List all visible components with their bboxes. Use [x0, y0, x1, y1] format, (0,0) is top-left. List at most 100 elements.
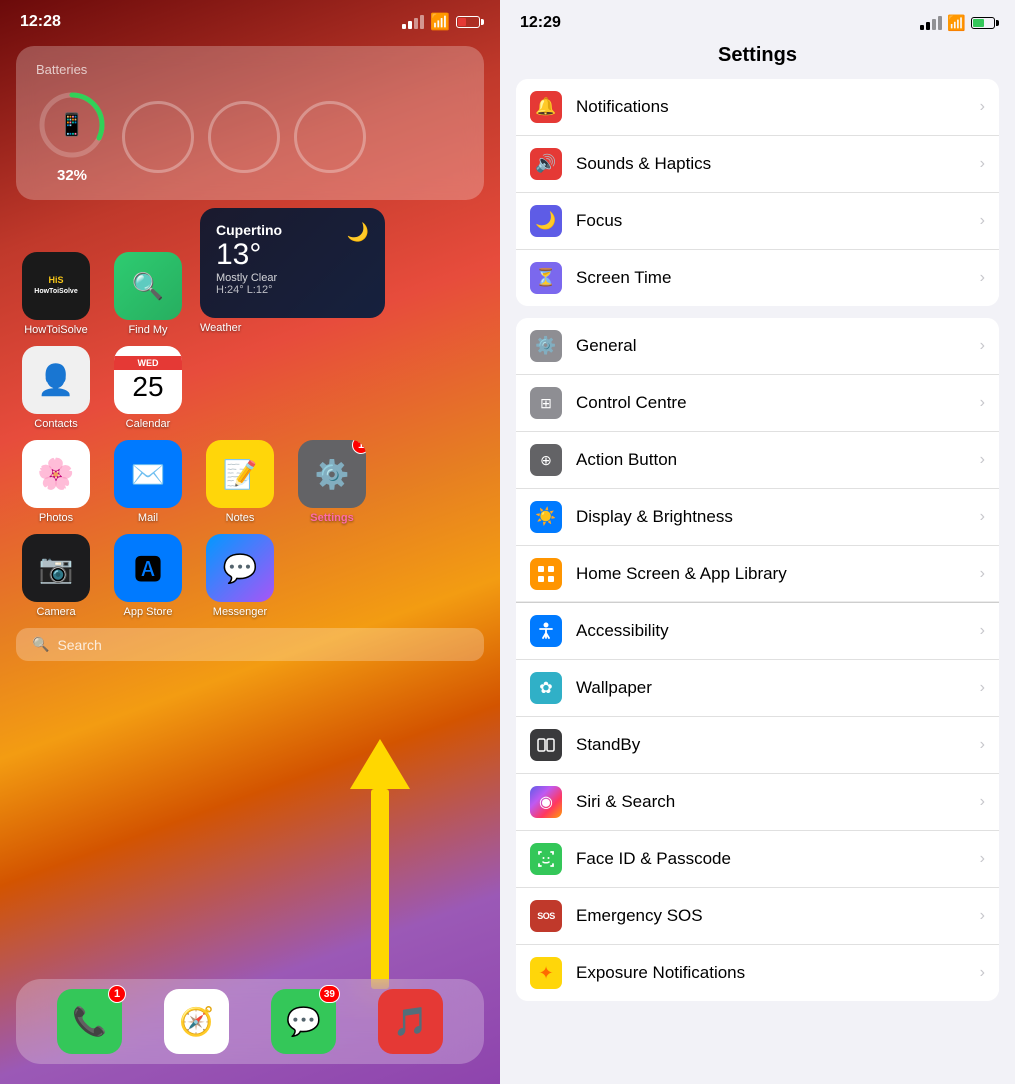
weather-desc: Mostly Clear — [216, 272, 369, 284]
siri-icon: ◉ — [530, 786, 562, 818]
battery-circles: 📱 32% — [36, 89, 464, 184]
settings-row-displaybrightness[interactable]: ☀️ Display & Brightness › — [516, 489, 999, 546]
weather-temp: 13° — [216, 238, 282, 272]
chevron-icon: › — [980, 451, 985, 469]
settings-row-sounds[interactable]: 🔊 Sounds & Haptics › — [516, 136, 999, 193]
howtoisolve-icon: HiSHowToiSolve — [22, 252, 90, 320]
battery-widget: Batteries 📱 32% — [16, 46, 484, 200]
screentime-icon: ⏳ — [530, 262, 562, 294]
standby-label: StandBy — [576, 735, 972, 755]
appstore-icon: 🅰 — [114, 534, 182, 602]
app-appstore[interactable]: 🅰 App Store — [108, 534, 188, 618]
settings-row-exposure[interactable]: ✦ Exposure Notifications › — [516, 945, 999, 1001]
settings-row-wallpaper[interactable]: ✿ Wallpaper › — [516, 660, 999, 717]
widget-title: Batteries — [36, 62, 464, 77]
homescreen-icon — [530, 558, 562, 590]
phone-icon: 📱 — [58, 112, 85, 138]
settings-title: Settings — [500, 40, 1015, 79]
wallpaper-label: Wallpaper — [576, 678, 972, 698]
settings-row-general[interactable]: ⚙️ General › — [516, 318, 999, 375]
weather-widget[interactable]: Cupertino 13° 🌙 Mostly Clear H:24° L:12°… — [200, 208, 385, 336]
dock-safari[interactable]: 🧭 — [164, 989, 229, 1054]
app-row-3: 🌸 Photos ✉️ Mail 📝 Notes ⚙️ 1 — [16, 440, 484, 524]
calendar-icon: WED 25 — [114, 346, 182, 414]
wifi-icon: 📶 — [430, 12, 450, 32]
app-notes[interactable]: 📝 Notes — [200, 440, 280, 524]
battery-circle-4 — [294, 101, 366, 173]
faceid-icon — [530, 843, 562, 875]
battery-percent: 32% — [57, 167, 87, 184]
app-grid: HiSHowToiSolve HowToiSolve 🔍 Find My Cup… — [0, 208, 500, 618]
search-bar[interactable]: 🔍 Search — [16, 628, 484, 661]
app-label-mail: Mail — [138, 512, 158, 524]
settings-row-faceid[interactable]: Face ID & Passcode › — [516, 831, 999, 888]
accessibility-label: Accessibility — [576, 621, 972, 641]
app-row-1: HiSHowToiSolve HowToiSolve 🔍 Find My Cup… — [16, 208, 484, 336]
settings-row-controlcentre[interactable]: ⊞ Control Centre › — [516, 375, 999, 432]
app-settings[interactable]: ⚙️ 1 Settings — [292, 440, 372, 524]
left-status-bar: 12:28 📶 — [0, 0, 500, 38]
app-label-calendar: Calendar — [126, 418, 171, 430]
settings-row-notifications[interactable]: 🔔 Notifications › — [516, 79, 999, 136]
wallpaper-icon: ✿ — [530, 672, 562, 704]
right-panel: 12:29 📶 Settings 🔔 Notifications › 🔊 — [500, 0, 1015, 1084]
settings-row-homescreen[interactable]: Home Screen & App Library › — [516, 546, 999, 603]
calendar-day: WED — [138, 358, 159, 368]
app-label-contacts: Contacts — [34, 418, 77, 430]
right-time: 12:29 — [520, 14, 561, 32]
app-mail[interactable]: ✉️ Mail — [108, 440, 188, 524]
settings-icon: ⚙️ 1 — [298, 440, 366, 508]
settings-row-accessibility[interactable]: Accessibility › — [516, 603, 999, 660]
mail-icon: ✉️ — [114, 440, 182, 508]
arrow-head — [350, 739, 410, 789]
app-calendar[interactable]: WED 25 Calendar — [108, 346, 188, 430]
settings-row-focus[interactable]: 🌙 Focus › — [516, 193, 999, 250]
app-findmy[interactable]: 🔍 Find My — [108, 252, 188, 336]
settings-group-2: ⚙️ General › ⊞ Control Centre › ⊕ Action… — [516, 318, 999, 1001]
chevron-icon: › — [980, 964, 985, 982]
siri-label: Siri & Search — [576, 792, 972, 812]
notes-icon: 📝 — [206, 440, 274, 508]
settings-group-1: 🔔 Notifications › 🔊 Sounds & Haptics › 🌙… — [516, 79, 999, 306]
focus-icon: 🌙 — [530, 205, 562, 237]
dock-messages[interactable]: 💬 39 — [271, 989, 336, 1054]
settings-badge: 1 — [352, 440, 366, 454]
settings-row-standby[interactable]: StandBy › — [516, 717, 999, 774]
app-label-findmy: Find My — [128, 324, 167, 336]
dock-phone[interactable]: 📞 1 — [57, 989, 122, 1054]
camera-icon: 📷 — [22, 534, 90, 602]
displaybrightness-label: Display & Brightness — [576, 507, 972, 527]
general-label: General — [576, 336, 972, 356]
app-contacts[interactable]: 👤 Contacts — [16, 346, 96, 430]
dock-phone-badge: 1 — [108, 985, 126, 1003]
settings-row-actionbutton[interactable]: ⊕ Action Button › — [516, 432, 999, 489]
findmy-icon: 🔍 — [114, 252, 182, 320]
settings-row-screentime[interactable]: ⏳ Screen Time › — [516, 250, 999, 306]
accessibility-icon — [530, 615, 562, 647]
app-photos[interactable]: 🌸 Photos — [16, 440, 96, 524]
settings-row-emergencysos[interactable]: SOS Emergency SOS › — [516, 888, 999, 945]
chevron-icon: › — [980, 793, 985, 811]
app-howtoisolve[interactable]: HiSHowToiSolve HowToiSolve — [16, 252, 96, 336]
dock-music[interactable]: 🎵 — [378, 989, 443, 1054]
sos-icon: SOS — [530, 900, 562, 932]
settings-row-siri[interactable]: ◉ Siri & Search › — [516, 774, 999, 831]
chevron-icon: › — [980, 736, 985, 754]
chevron-icon: › — [980, 679, 985, 697]
calendar-date: 25 — [132, 371, 163, 402]
search-icon: 🔍 — [32, 636, 49, 653]
right-status-bar: 12:29 📶 — [500, 0, 1015, 40]
right-wifi-icon: 📶 — [947, 14, 966, 32]
screentime-label: Screen Time — [576, 268, 972, 288]
app-label-photos: Photos — [39, 512, 73, 524]
chevron-icon: › — [980, 98, 985, 116]
settings-list: 🔔 Notifications › 🔊 Sounds & Haptics › 🌙… — [500, 79, 1015, 1084]
chevron-icon: › — [980, 394, 985, 412]
chevron-icon: › — [980, 565, 985, 583]
app-camera[interactable]: 📷 Camera — [16, 534, 96, 618]
sounds-label: Sounds & Haptics — [576, 154, 972, 174]
moon-icon: 🌙 — [347, 222, 369, 243]
arrow-body — [371, 789, 389, 989]
app-messenger[interactable]: 💬 Messenger — [200, 534, 280, 618]
contacts-icon: 👤 — [22, 346, 90, 414]
